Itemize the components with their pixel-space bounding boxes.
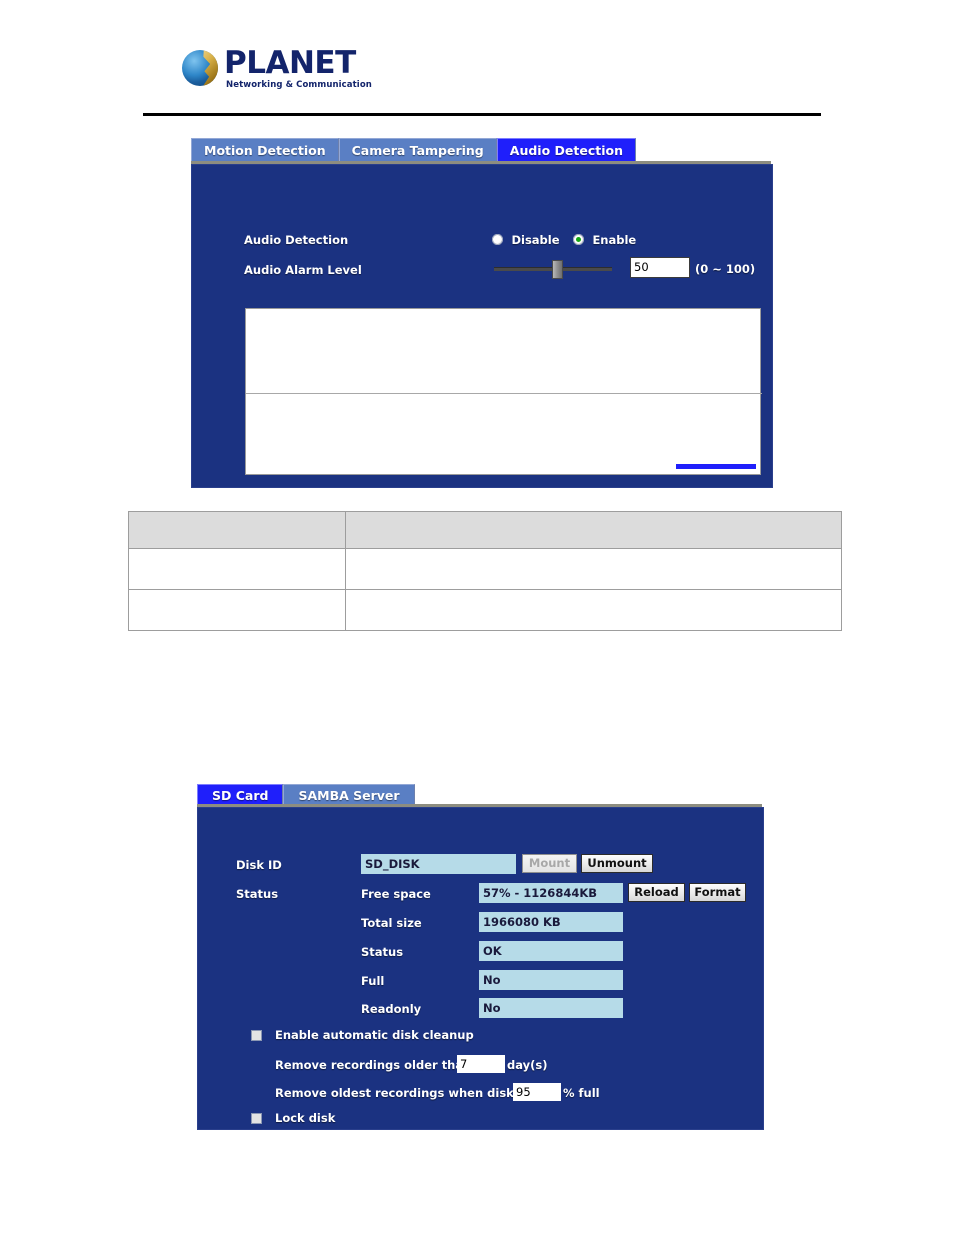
- radio-enable[interactable]: [572, 234, 584, 245]
- format-button[interactable]: Format: [689, 883, 746, 902]
- audio-alarm-level-range: (0 ~ 100): [695, 262, 756, 276]
- status-row-label-free-space: Free space: [361, 887, 431, 901]
- sd-card-panel: Disk ID SD_DISK Mount Unmount Status Fre…: [197, 807, 764, 1130]
- table-row: [128, 548, 842, 590]
- brand-name: PLANET: [224, 45, 356, 81]
- audio-detection-panel: Audio Detection Disable Enable Audio Ala…: [191, 164, 773, 488]
- status-row-value-full: No: [479, 970, 623, 990]
- enable-auto-cleanup-checkbox[interactable]: [251, 1030, 262, 1041]
- status-row-value-free-space: 57% - 1126844KB: [479, 883, 623, 903]
- audio-detection-radio-group: Disable Enable: [492, 231, 636, 249]
- remove-older-than-label: Remove recordings older than:: [275, 1058, 476, 1072]
- lock-disk-checkbox[interactable]: [251, 1113, 262, 1124]
- brand-tagline: Networking & Communication: [226, 80, 372, 90]
- enable-auto-cleanup-label: Enable automatic disk cleanup: [275, 1028, 474, 1042]
- audio-detection-label: Audio Detection: [244, 233, 349, 247]
- status-row-label-status: Status: [361, 945, 404, 959]
- lock-disk-label: Lock disk: [275, 1111, 336, 1125]
- remove-oldest-when-full-unit: % full: [563, 1086, 600, 1100]
- tab-audio-detection[interactable]: Audio Detection: [496, 138, 636, 163]
- status-row-label-full: Full: [361, 974, 385, 988]
- remove-older-than-input[interactable]: 7: [457, 1055, 505, 1073]
- status-row-value-readonly: No: [479, 998, 623, 1018]
- status-row-label-total-size: Total size: [361, 916, 422, 930]
- audio-detection-tabbar: Motion Detection Camera Tampering Audio …: [191, 138, 636, 163]
- disk-id-input[interactable]: SD_DISK: [361, 854, 516, 874]
- table-cell-description: [345, 589, 842, 631]
- status-row-label-readonly: Readonly: [361, 1002, 422, 1016]
- radio-disable[interactable]: [492, 234, 503, 245]
- audio-alarm-level-slider[interactable]: [494, 259, 612, 279]
- radio-enable-label: Enable: [592, 233, 637, 247]
- table-cell-name: [128, 589, 346, 631]
- audio-detection-graph-box[interactable]: [245, 308, 762, 475]
- audio-alarm-level-input[interactable]: 50: [630, 257, 690, 278]
- reload-button[interactable]: Reload: [628, 883, 685, 902]
- graph-box-divider: [246, 393, 762, 394]
- table-header-row: [128, 511, 842, 549]
- table-row: [128, 589, 842, 631]
- disk-id-label: Disk ID: [236, 858, 282, 872]
- planet-globe-icon: [182, 50, 218, 86]
- radio-disable-label: Disable: [511, 233, 560, 247]
- header-divider: [143, 113, 821, 116]
- remove-older-than-unit: day(s): [507, 1058, 548, 1072]
- table-cell-description: [345, 548, 842, 590]
- tab-camera-tampering[interactable]: Camera Tampering: [338, 138, 497, 163]
- mount-button[interactable]: Mount: [522, 854, 577, 873]
- status-row-value-total-size: 1966080 KB: [479, 912, 623, 932]
- status-row-value-status: OK: [479, 941, 623, 961]
- audio-alarm-level-label: Audio Alarm Level: [244, 263, 362, 277]
- tab-motion-detection[interactable]: Motion Detection: [191, 138, 339, 163]
- remove-oldest-when-full-input[interactable]: 95: [513, 1083, 561, 1101]
- table-cell-name: [128, 548, 346, 590]
- remove-oldest-when-full-label: Remove oldest recordings when disk is:: [275, 1086, 534, 1100]
- table-header-cell-name: [128, 511, 346, 549]
- slider-thumb[interactable]: [551, 260, 563, 279]
- planet-logo: PLANET Networking & Communication: [182, 46, 382, 98]
- audio-level-indicator-bar: [676, 464, 756, 469]
- unmount-button[interactable]: Unmount: [581, 854, 653, 873]
- table-header-cell-description: [345, 511, 842, 549]
- parameter-description-table: [128, 511, 842, 631]
- status-group-label: Status: [236, 887, 279, 901]
